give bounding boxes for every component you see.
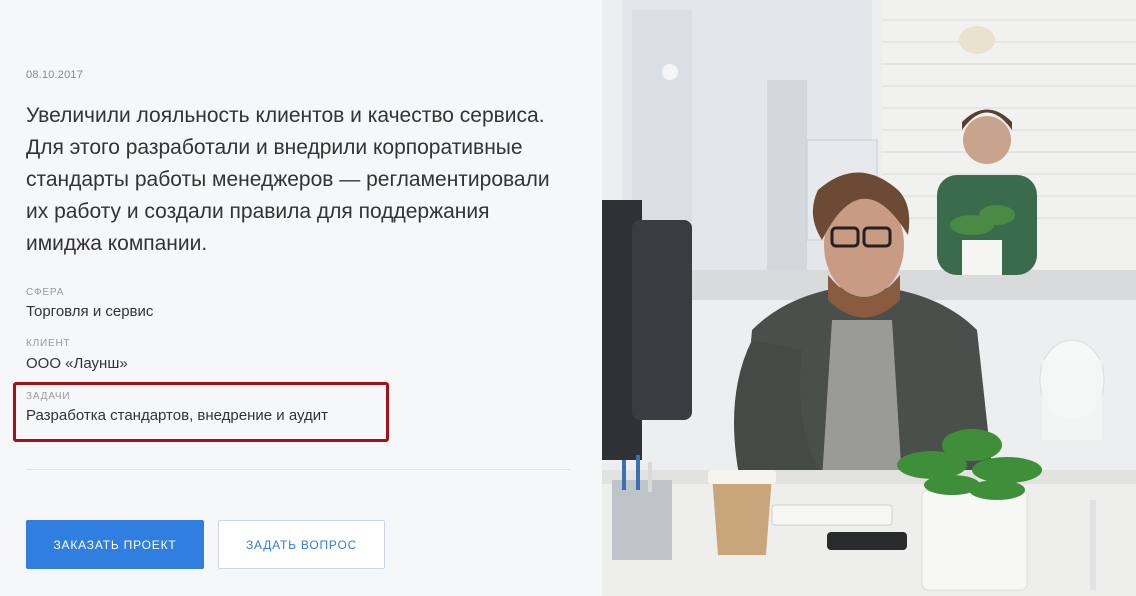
meta-value-client: ООО «Лаунш» [26,355,128,372]
project-headline: Увеличили лояльность клиентов и качество… [26,104,550,255]
meta-label-sphere: СФЕРА [26,287,65,298]
meta-label-client: КЛИЕНТ [26,338,71,349]
meta-value-sphere: Торговля и сервис [26,303,154,320]
meta-label-tasks: ЗАДАЧИ [26,391,71,402]
project-details-panel: 08.10.2017 Увеличили лояльность клиентов… [0,0,602,596]
ask-question-button[interactable]: ЗАДАТЬ ВОПРОС [218,520,385,569]
project-date: 08.10.2017 [26,69,84,81]
divider [26,469,570,470]
office-workers-photo [602,0,1136,596]
order-project-button[interactable]: ЗАКАЗАТЬ ПРОЕКТ [26,520,204,569]
meta-value-tasks: Разработка стандартов, внедрение и аудит [26,407,328,424]
